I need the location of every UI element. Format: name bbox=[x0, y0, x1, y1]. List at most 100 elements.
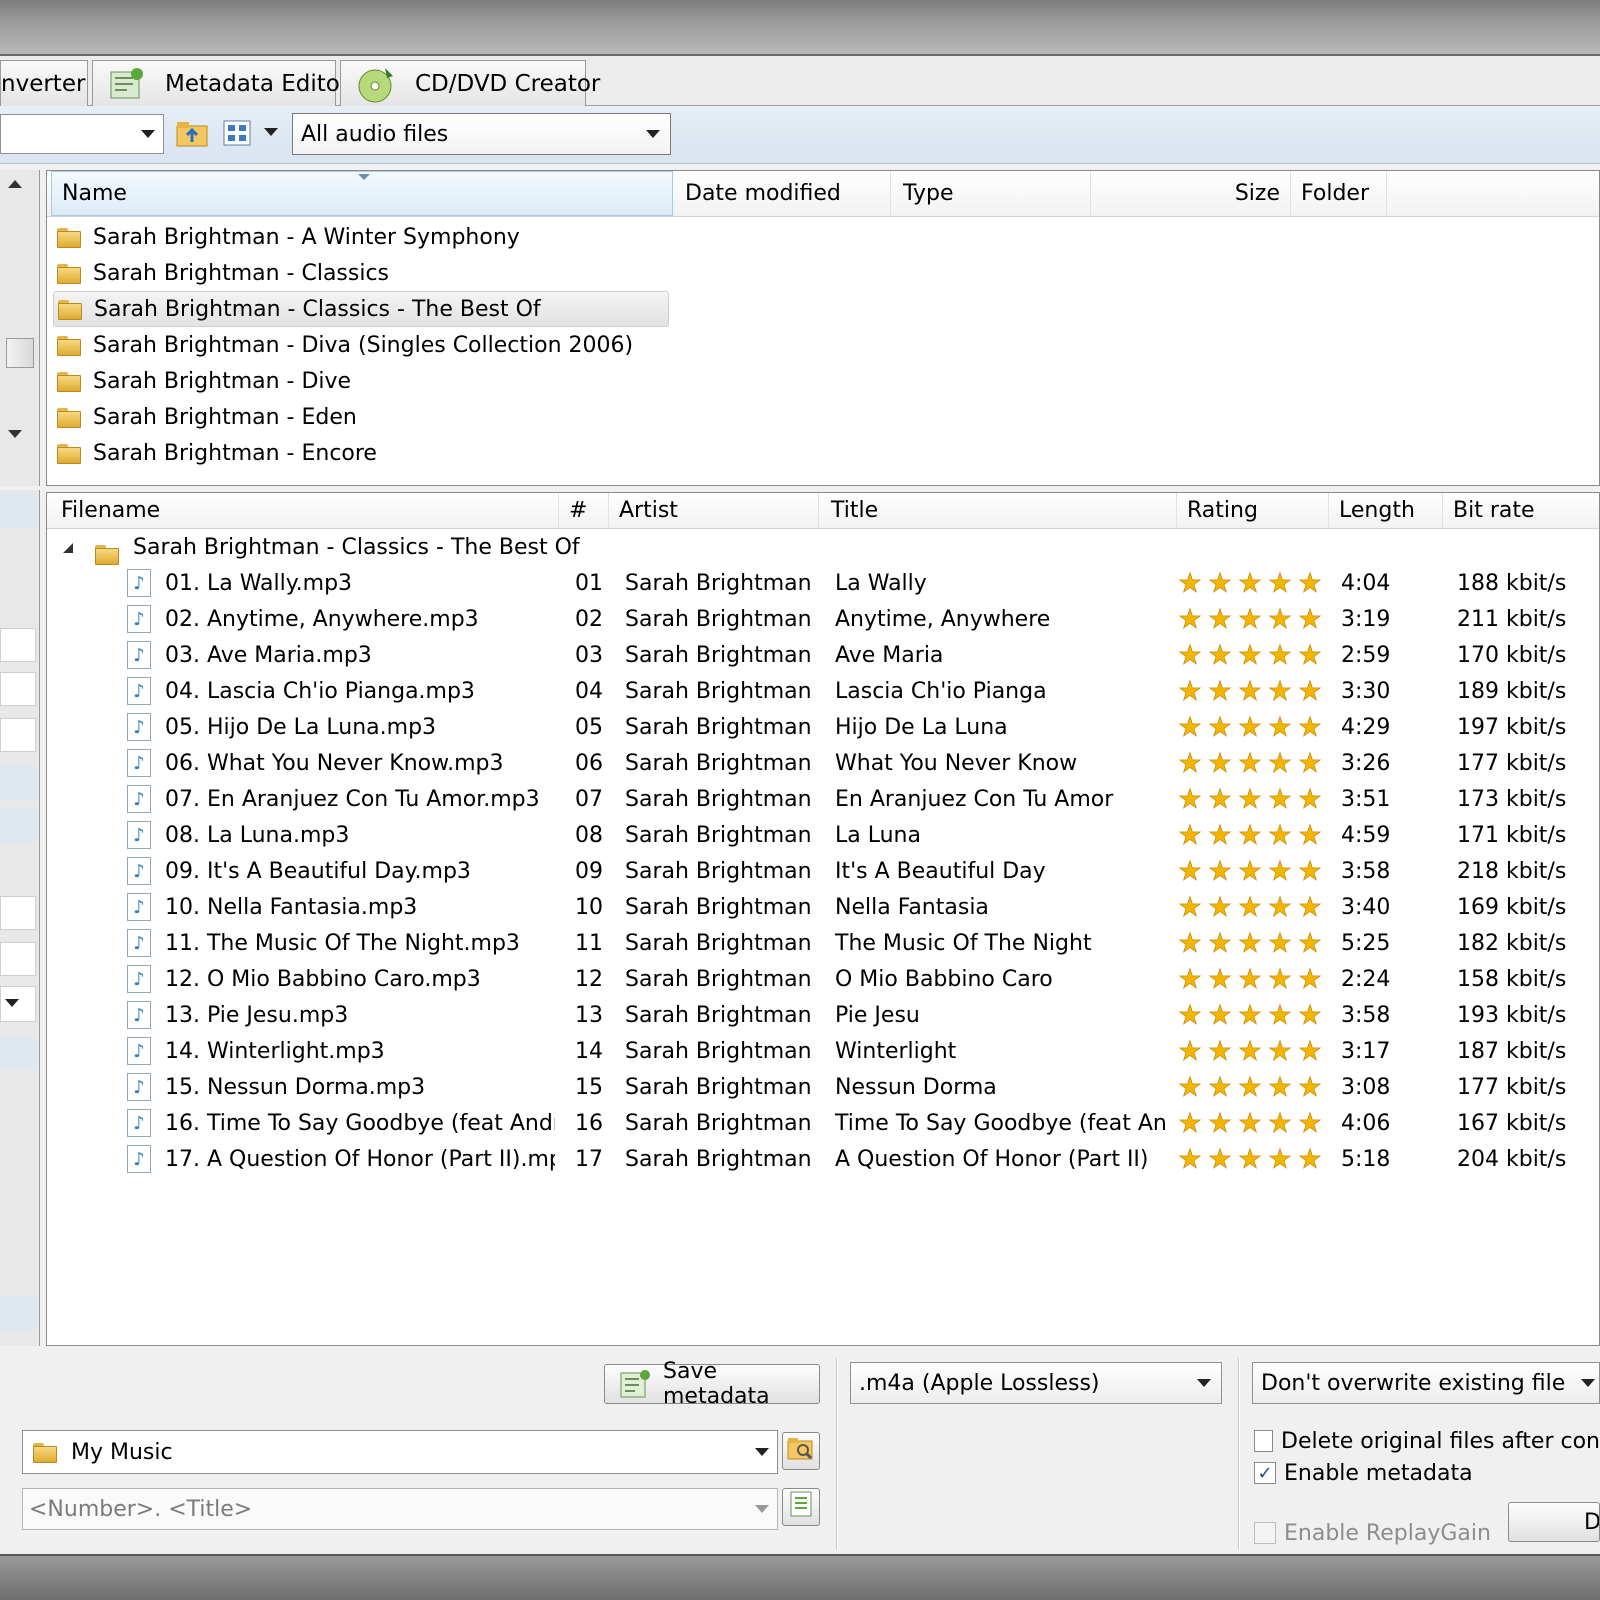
left-panel-field[interactable] bbox=[0, 942, 36, 976]
rating-star-icon[interactable]: ★ bbox=[1235, 893, 1265, 921]
rating-star-icon[interactable]: ★ bbox=[1205, 569, 1235, 597]
rating-star-icon[interactable]: ★ bbox=[1175, 677, 1205, 705]
output-format-select[interactable]: .m4a (Apple Lossless) bbox=[850, 1362, 1222, 1404]
rating-star-icon[interactable]: ★ bbox=[1295, 605, 1325, 633]
rating-star-icon[interactable]: ★ bbox=[1265, 749, 1295, 777]
table-row[interactable]: ♪ 11. The Music Of The Night.mp3 11 Sarah B… bbox=[47, 925, 1599, 961]
cell-rating[interactable]: ★ ★ ★ ★ ★ bbox=[1175, 961, 1329, 997]
folder-row[interactable]: Sarah Brightman - A Winter Symphony bbox=[53, 219, 669, 255]
file-type-filter-select[interactable]: All audio files bbox=[292, 113, 671, 155]
cell-rating[interactable]: ★ ★ ★ ★ ★ bbox=[1175, 1141, 1329, 1177]
column-title[interactable]: Title bbox=[821, 493, 1177, 528]
rating-star-icon[interactable]: ★ bbox=[1175, 641, 1205, 669]
cell-rating[interactable]: ★ ★ ★ ★ ★ bbox=[1175, 1069, 1329, 1105]
rating-star-icon[interactable]: ★ bbox=[1205, 929, 1235, 957]
folder-row[interactable]: Sarah Brightman - Encore bbox=[53, 435, 669, 471]
enable-metadata-checkbox[interactable]: ✓ bbox=[1254, 1462, 1276, 1484]
rating-star-icon[interactable]: ★ bbox=[1235, 605, 1265, 633]
rating-star-icon[interactable]: ★ bbox=[1265, 1145, 1295, 1173]
rating-star-icon[interactable]: ★ bbox=[1205, 677, 1235, 705]
column-date-modified[interactable]: Date modified bbox=[675, 171, 891, 216]
table-row[interactable]: ♪ 13. Pie Jesu.mp3 13 Sarah Brightman Pie Je… bbox=[47, 997, 1599, 1033]
rating-star-icon[interactable]: ★ bbox=[1175, 1145, 1205, 1173]
rating-star-icon[interactable]: ★ bbox=[1295, 677, 1325, 705]
rating-star-icon[interactable]: ★ bbox=[1175, 857, 1205, 885]
rating-star-icon[interactable]: ★ bbox=[1205, 749, 1235, 777]
view-dropdown-chevron-icon[interactable] bbox=[264, 128, 278, 136]
rating-star-icon[interactable]: ★ bbox=[1295, 1145, 1325, 1173]
table-row[interactable]: ♪ 10. Nella Fantasia.mp3 10 Sarah Brightman… bbox=[47, 889, 1599, 925]
rating-star-icon[interactable]: ★ bbox=[1235, 1145, 1265, 1173]
cell-rating[interactable]: ★ ★ ★ ★ ★ bbox=[1175, 565, 1329, 601]
rating-star-icon[interactable]: ★ bbox=[1235, 1037, 1265, 1065]
cell-rating[interactable]: ★ ★ ★ ★ ★ bbox=[1175, 925, 1329, 961]
rating-star-icon[interactable]: ★ bbox=[1265, 605, 1295, 633]
rating-star-icon[interactable]: ★ bbox=[1235, 1073, 1265, 1101]
rating-star-icon[interactable]: ★ bbox=[1265, 677, 1295, 705]
table-row[interactable]: ♪ 12. O Mio Babbino Caro.mp3 12 Sarah Brigh… bbox=[47, 961, 1599, 997]
rating-star-icon[interactable]: ★ bbox=[1205, 821, 1235, 849]
cell-rating[interactable]: ★ ★ ★ ★ ★ bbox=[1175, 781, 1329, 817]
cell-rating[interactable]: ★ ★ ★ ★ ★ bbox=[1175, 853, 1329, 889]
rating-star-icon[interactable]: ★ bbox=[1175, 749, 1205, 777]
rating-star-icon[interactable]: ★ bbox=[1295, 641, 1325, 669]
rating-star-icon[interactable]: ★ bbox=[1295, 1109, 1325, 1137]
tree-scrollbar-thumb[interactable] bbox=[6, 338, 34, 368]
rating-star-icon[interactable]: ★ bbox=[1205, 785, 1235, 813]
rating-star-icon[interactable]: ★ bbox=[1295, 929, 1325, 957]
rating-star-icon[interactable]: ★ bbox=[1265, 857, 1295, 885]
rating-star-icon[interactable]: ★ bbox=[1295, 1037, 1325, 1065]
overwrite-policy-select[interactable]: Don't overwrite existing file bbox=[1252, 1362, 1600, 1404]
table-row[interactable]: ♪ 17. A Question Of Honor (Part II).mp3 17… bbox=[47, 1141, 1599, 1177]
column-length[interactable]: Length bbox=[1329, 493, 1443, 528]
cell-rating[interactable]: ★ ★ ★ ★ ★ bbox=[1175, 817, 1329, 853]
rating-star-icon[interactable]: ★ bbox=[1265, 713, 1295, 741]
enable-replaygain-option[interactable]: Enable ReplayGain bbox=[1254, 1516, 1504, 1550]
rating-star-icon[interactable]: ★ bbox=[1175, 929, 1205, 957]
browse-folder-button[interactable] bbox=[782, 1432, 820, 1470]
cell-rating[interactable]: ★ ★ ★ ★ ★ bbox=[1175, 1105, 1329, 1141]
rating-star-icon[interactable]: ★ bbox=[1175, 785, 1205, 813]
rating-star-icon[interactable]: ★ bbox=[1205, 605, 1235, 633]
rating-star-icon[interactable]: ★ bbox=[1235, 569, 1265, 597]
rating-star-icon[interactable]: ★ bbox=[1265, 1109, 1295, 1137]
rating-star-icon[interactable]: ★ bbox=[1265, 965, 1295, 993]
cell-rating[interactable]: ★ ★ ★ ★ ★ bbox=[1175, 601, 1329, 637]
column-name[interactable]: Name bbox=[51, 171, 673, 216]
cell-rating[interactable]: ★ ★ ★ ★ ★ bbox=[1175, 997, 1329, 1033]
folder-row[interactable]: Sarah Brightman - Dive bbox=[53, 363, 669, 399]
rating-star-icon[interactable]: ★ bbox=[1235, 821, 1265, 849]
rating-star-icon[interactable]: ★ bbox=[1265, 641, 1295, 669]
rating-star-icon[interactable]: ★ bbox=[1205, 1001, 1235, 1029]
rating-star-icon[interactable]: ★ bbox=[1235, 677, 1265, 705]
table-row[interactable]: ♪ 05. Hijo De La Luna.mp3 05 Sarah Brightma… bbox=[47, 709, 1599, 745]
rating-star-icon[interactable]: ★ bbox=[1295, 965, 1325, 993]
cell-rating[interactable]: ★ ★ ★ ★ ★ bbox=[1175, 709, 1329, 745]
rating-star-icon[interactable]: ★ bbox=[1205, 965, 1235, 993]
column-filename[interactable]: Filename bbox=[51, 493, 559, 528]
left-panel-combo[interactable] bbox=[0, 986, 36, 1022]
rating-star-icon[interactable]: ★ bbox=[1235, 929, 1265, 957]
rating-star-icon[interactable]: ★ bbox=[1205, 1073, 1235, 1101]
rating-star-icon[interactable]: ★ bbox=[1205, 641, 1235, 669]
rating-star-icon[interactable]: ★ bbox=[1295, 749, 1325, 777]
cell-rating[interactable]: ★ ★ ★ ★ ★ bbox=[1175, 637, 1329, 673]
table-row[interactable]: ♪ 06. What You Never Know.mp3 06 Sarah Brig… bbox=[47, 745, 1599, 781]
rating-star-icon[interactable]: ★ bbox=[1205, 1109, 1235, 1137]
table-row[interactable]: ♪ 09. It's A Beautiful Day.mp3 09 Sarah Bri… bbox=[47, 853, 1599, 889]
table-row[interactable]: ♪ 15. Nessun Dorma.mp3 15 Sarah Brightman Ne… bbox=[47, 1069, 1599, 1105]
rating-star-icon[interactable]: ★ bbox=[1235, 713, 1265, 741]
rating-star-icon[interactable]: ★ bbox=[1295, 713, 1325, 741]
table-row[interactable]: ♪ 07. En Aranjuez Con Tu Amor.mp3 07 Sarah … bbox=[47, 781, 1599, 817]
rating-star-icon[interactable]: ★ bbox=[1265, 569, 1295, 597]
delete-original-option[interactable]: Delete original files after con bbox=[1254, 1424, 1600, 1458]
rating-star-icon[interactable]: ★ bbox=[1175, 605, 1205, 633]
rating-star-icon[interactable]: ★ bbox=[1175, 1109, 1205, 1137]
table-row[interactable]: ♪ 08. La Luna.mp3 08 Sarah Brightman La Luna… bbox=[47, 817, 1599, 853]
rating-star-icon[interactable]: ★ bbox=[1175, 569, 1205, 597]
delete-original-checkbox[interactable] bbox=[1254, 1430, 1273, 1452]
cell-rating[interactable]: ★ ★ ★ ★ ★ bbox=[1175, 673, 1329, 709]
table-row[interactable]: ♪ 01. La Wally.mp3 01 Sarah Brightman La Wal… bbox=[47, 565, 1599, 601]
rating-star-icon[interactable]: ★ bbox=[1295, 1001, 1325, 1029]
rating-star-icon[interactable]: ★ bbox=[1175, 713, 1205, 741]
